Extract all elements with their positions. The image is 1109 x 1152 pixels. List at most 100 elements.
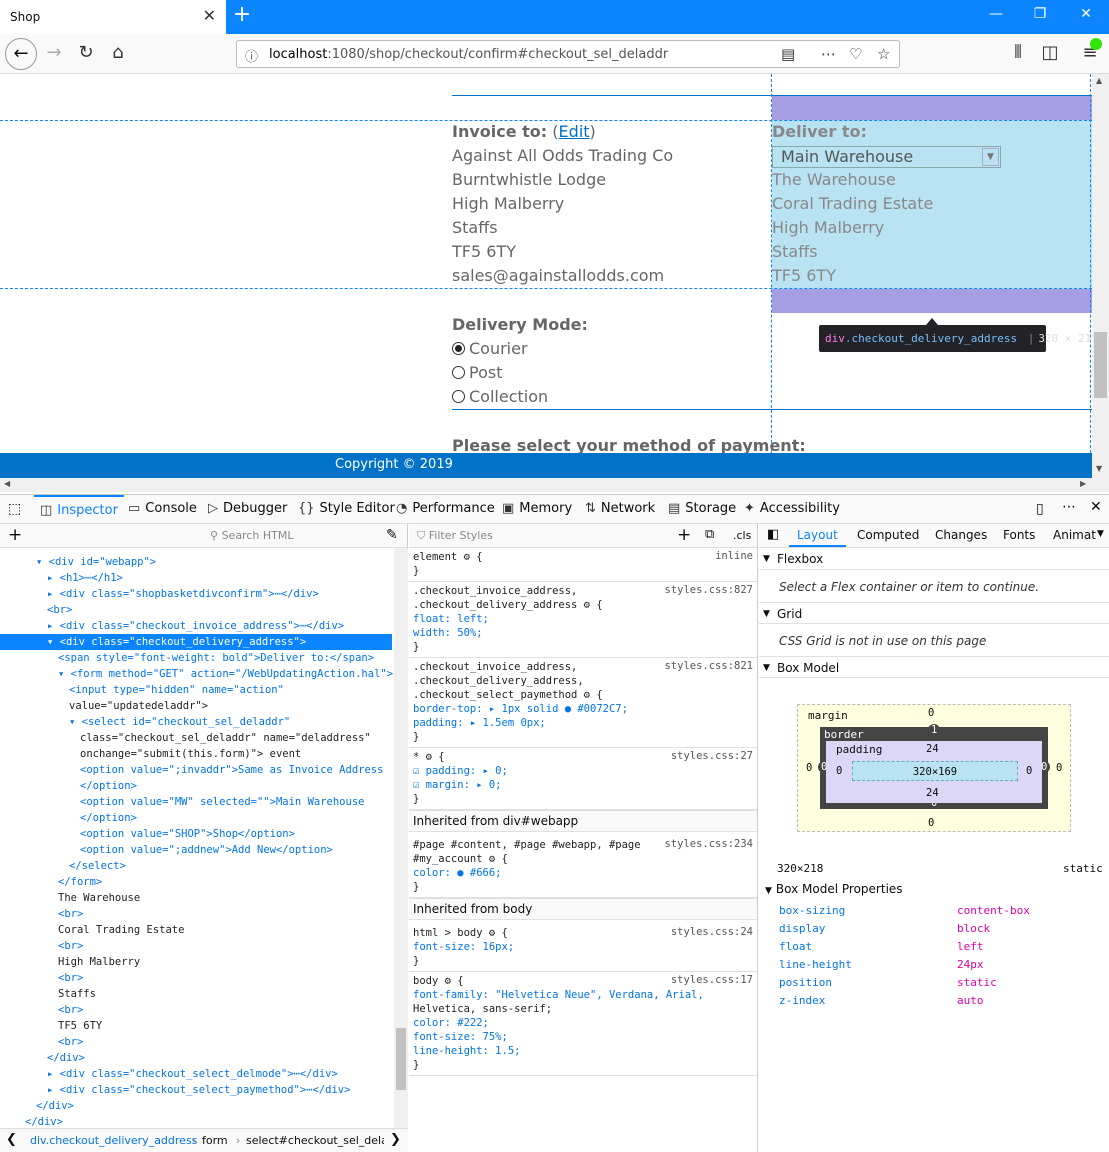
radio-icon[interactable] <box>452 390 465 403</box>
tab-debugger[interactable]: ▷ Debugger <box>208 495 287 525</box>
html-node[interactable]: </option> <box>80 778 137 794</box>
html-node[interactable]: <br> <box>58 970 83 986</box>
boxmodel-content[interactable]: 320×169 <box>852 761 1018 781</box>
html-node[interactable]: ▸ <div class="checkout_select_paymethod"… <box>47 1082 350 1098</box>
delivery-mode-radio[interactable]: Post <box>452 361 502 385</box>
rule-line[interactable]: ☑ margin: ▸ 0; <box>413 778 502 792</box>
html-node[interactable]: High Malberry <box>58 954 140 970</box>
back-icon[interactable]: ← <box>5 38 37 70</box>
html-node[interactable]: ▸ <div class="checkout_select_delmode">⋯… <box>47 1066 338 1082</box>
margin-right-value[interactable]: 0 <box>1056 762 1062 774</box>
margin-left-value[interactable]: 0 <box>806 762 812 774</box>
toggle-pseudo-icon[interactable]: ⧉ <box>705 527 714 542</box>
boxmodel-props-header[interactable]: ▼ Box Model Properties <box>765 882 903 896</box>
rule-source-link[interactable]: styles.css:821 <box>664 660 753 672</box>
breadcrumb-left-icon[interactable]: ❮ <box>6 1132 17 1147</box>
flexbox-section-header[interactable]: ▼ Flexbox <box>759 548 1109 570</box>
toggle-pane-icon[interactable]: ◧ <box>767 527 779 542</box>
close-tab-icon[interactable]: ✕ <box>203 6 216 25</box>
html-node[interactable]: ▸ <div class="checkout_invoice_address">… <box>47 618 344 634</box>
devtools-menu-icon[interactable]: ⋯ <box>1062 499 1076 515</box>
tab-layout[interactable]: Layout <box>789 528 846 547</box>
edit-link[interactable]: Edit <box>559 122 590 141</box>
reader-view-icon[interactable]: ▤ <box>781 45 795 63</box>
html-node[interactable]: </form> <box>58 874 102 890</box>
padding-right-value[interactable]: 0 <box>1026 765 1032 777</box>
html-node[interactable]: Coral Trading Estate <box>58 922 184 938</box>
library-icon[interactable]: ⫴ <box>1006 42 1030 63</box>
tab-memory[interactable]: ▣ Memory <box>502 495 572 525</box>
rule-source-link[interactable]: styles.css:234 <box>664 838 753 850</box>
html-node[interactable]: </option> <box>80 810 137 826</box>
forward-icon[interactable]: → <box>42 42 66 63</box>
delivery-mode-radio[interactable]: Collection <box>452 385 548 409</box>
html-node[interactable]: <input type="hidden" name="action" <box>69 682 284 698</box>
scroll-down-icon[interactable]: ▼ <box>1096 464 1102 473</box>
html-node[interactable]: The Warehouse <box>58 890 140 906</box>
add-node-icon[interactable]: + <box>8 525 22 545</box>
home-icon[interactable]: ⌂ <box>106 42 130 63</box>
dock-icon[interactable]: ▯ <box>1036 501 1044 517</box>
html-node[interactable]: onchange="submit(this.form)"> event <box>80 746 301 762</box>
rule-line[interactable]: ☑ padding: ▸ 0; <box>413 764 508 778</box>
html-node[interactable]: <span style="font-weight: bold">Deliver … <box>58 650 374 666</box>
rule-line[interactable]: color: #222; <box>413 1016 489 1030</box>
more-tabs-icon[interactable]: ▼ <box>1097 529 1104 539</box>
scroll-up-icon[interactable]: ▲ <box>1096 76 1102 85</box>
info-icon[interactable]: ⓘ <box>245 46 258 65</box>
html-node[interactable]: ▾ <div id="webapp"> <box>36 554 156 570</box>
grid-section-header[interactable]: ▼ Grid <box>759 602 1109 624</box>
pocket-icon[interactable]: ♡ <box>849 45 862 63</box>
rule-source-link[interactable]: styles.css:827 <box>664 584 753 596</box>
rule-source-link[interactable]: styles.css:24 <box>671 926 753 938</box>
eyedropper-icon[interactable]: ✎ <box>386 527 398 543</box>
rule-line[interactable]: font-family: "Helvetica Neue", Verdana, … <box>413 988 704 1002</box>
html-node[interactable]: </div> <box>36 1098 74 1114</box>
html-node[interactable]: <option value="MW" selected="">Main Ware… <box>80 794 364 810</box>
html-node[interactable]: ▸ <h1>⋯</h1> <box>47 570 123 586</box>
tab-animations[interactable]: Animat <box>1053 528 1096 542</box>
rule-line[interactable]: width: 50%; <box>413 626 483 640</box>
chevron-down-icon[interactable]: ▼ <box>982 148 999 166</box>
rule-source-link[interactable]: inline <box>715 550 753 562</box>
html-node[interactable]: ▸ <div class="shopbasketdivconfirm">⋯</d… <box>47 586 319 602</box>
html-node[interactable]: <option value=";addnew">Add New</option> <box>80 842 333 858</box>
rule-source-link[interactable]: styles.css:27 <box>671 750 753 762</box>
rule-line[interactable]: padding: ▸ 1.5em 0px; <box>413 716 546 730</box>
tab-console[interactable]: ▭ Console <box>128 495 197 525</box>
padding-left-value[interactable]: 0 <box>836 765 842 777</box>
rule-line[interactable]: line-height: 1.5; <box>413 1044 520 1058</box>
new-tab-icon[interactable]: + <box>230 2 254 27</box>
cls-button[interactable]: .cls <box>733 529 751 542</box>
rule-line[interactable]: font-size: 16px; <box>413 940 514 954</box>
rule-line[interactable]: font-size: 75%; <box>413 1030 508 1044</box>
tab-computed[interactable]: Computed <box>857 528 919 542</box>
rule-source-link[interactable]: styles.css:17 <box>671 974 753 986</box>
html-node[interactable]: <option value="SHOP">Shop</option> <box>80 826 295 842</box>
html-node[interactable]: ▾ <div class="checkout_delivery_address"… <box>0 634 392 650</box>
html-node[interactable]: ▾ <form method="GET" action="/WebUpdatin… <box>58 666 393 682</box>
tab-network[interactable]: ⇅ Network <box>585 495 655 525</box>
tab-changes[interactable]: Changes <box>935 528 987 542</box>
border-top-value[interactable]: 1 <box>928 724 941 736</box>
radio-icon[interactable] <box>452 342 465 355</box>
padding-top-value[interactable]: 24 <box>926 743 939 755</box>
margin-bottom-value[interactable]: 0 <box>928 817 934 829</box>
html-node[interactable]: <br> <box>47 602 72 618</box>
tab-storage[interactable]: ▤ Storage <box>668 495 736 525</box>
markup-scroll-thumb[interactable] <box>396 1028 406 1090</box>
tab-performance[interactable]: ◔ Performance <box>396 495 495 525</box>
html-node[interactable]: Staffs <box>58 986 96 1002</box>
html-node[interactable]: </div> <box>47 1050 85 1066</box>
tab-fonts[interactable]: Fonts <box>1003 528 1035 542</box>
scroll-thumb[interactable] <box>1094 332 1107 398</box>
boxmodel-section-header[interactable]: ▼ Box Model <box>759 656 1109 678</box>
reload-icon[interactable]: ↻ <box>74 42 98 63</box>
close-devtools-icon[interactable]: ✕ <box>1090 499 1102 515</box>
search-html-input[interactable]: ⚲ Search HTML <box>210 526 380 546</box>
rule-line[interactable]: border-top: ▸ 1px solid ● #0072C7; <box>413 702 628 716</box>
scroll-right-icon[interactable]: ▶ <box>1080 479 1086 488</box>
breadcrumb-item[interactable]: select#checkout_sel_delad <box>246 1134 384 1147</box>
page-actions-icon[interactable]: ⋯ <box>821 45 836 63</box>
html-node[interactable]: TF5 6TY <box>58 1018 102 1034</box>
